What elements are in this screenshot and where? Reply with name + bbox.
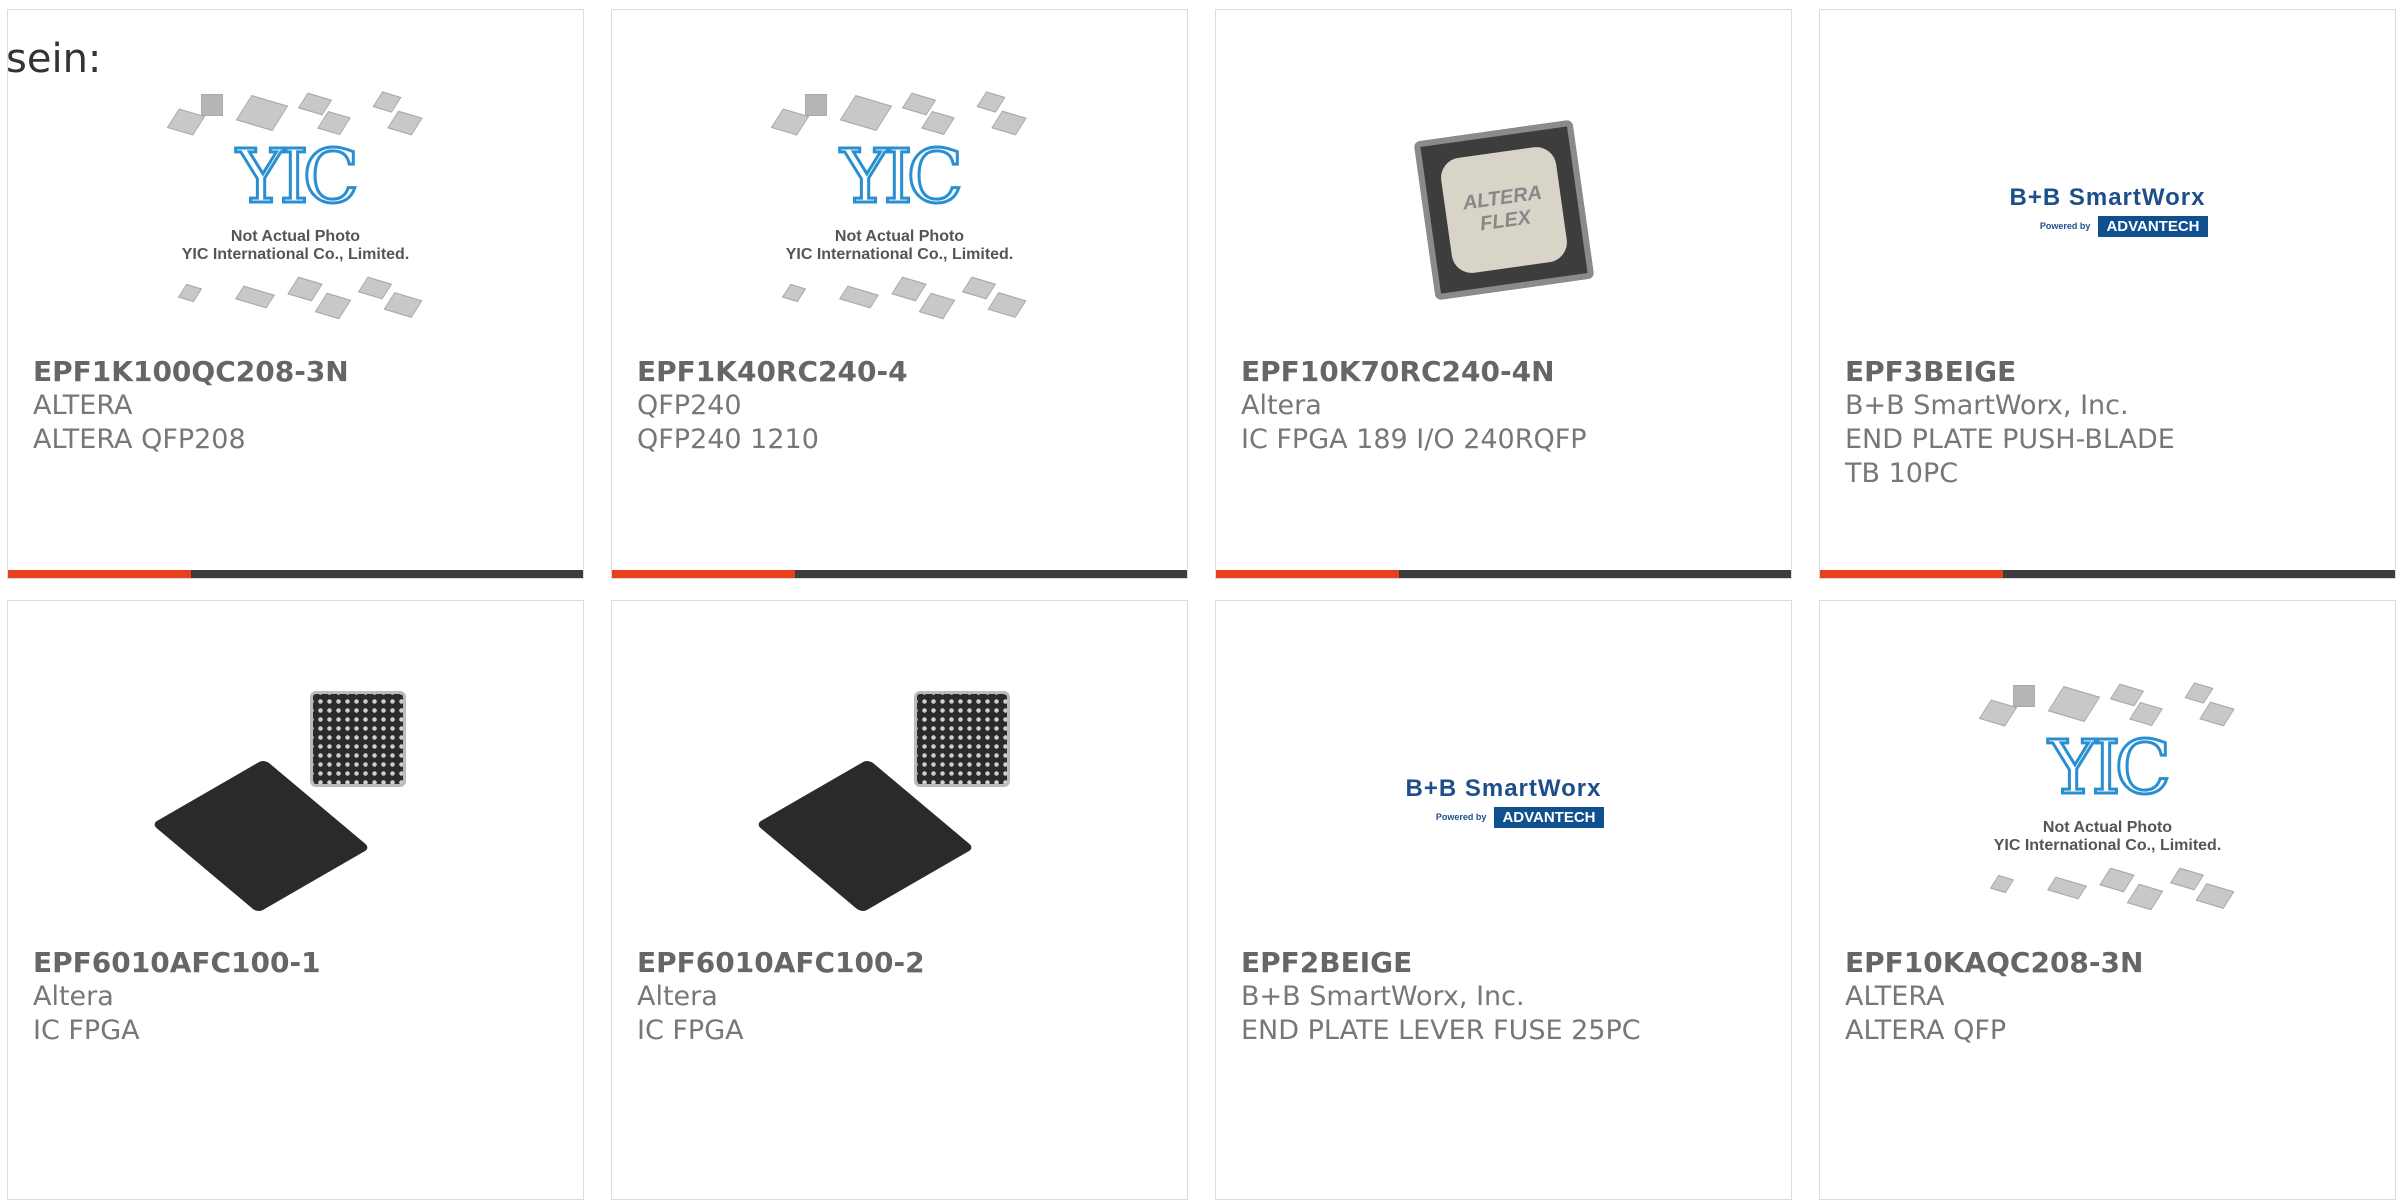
brand-name: B+B SmartWorx bbox=[2009, 183, 2206, 211]
product-card[interactable]: YIC Not Actual Photo YIC International C… bbox=[1819, 600, 2396, 1200]
intro-text: sein: bbox=[6, 36, 102, 82]
product-card[interactable]: EPF6010AFC100-2 Altera IC FPGA bbox=[611, 600, 1188, 1200]
description: ALTERA QFP208 bbox=[33, 424, 246, 455]
product-info: EPF1K100QC208-3N ALTERA ALTERA QFP208 bbox=[33, 355, 558, 457]
manufacturer: ALTERA bbox=[1845, 981, 1945, 1012]
product-card[interactable]: B+B SmartWorx Powered by ADVANTECH EPF3B… bbox=[1819, 9, 2396, 579]
yic-placeholder-image: YIC Not Actual Photo YIC International C… bbox=[161, 90, 431, 330]
yic-placeholder-image: YIC Not Actual Photo YIC International C… bbox=[1973, 681, 2243, 921]
manufacturer: Altera bbox=[1241, 390, 1322, 421]
brand-name: B+B SmartWorx bbox=[1405, 774, 1602, 802]
product-image[interactable]: B+B SmartWorx Powered by ADVANTECH bbox=[1820, 70, 2395, 350]
yic-logo-icon: YIC bbox=[235, 134, 361, 220]
product-card[interactable]: ALTERA FLEX EPF10K70RC240-4N Altera IC F… bbox=[1215, 9, 1792, 579]
product-image[interactable]: YIC Not Actual Photo YIC International C… bbox=[1820, 661, 2395, 941]
product-image[interactable] bbox=[8, 661, 583, 941]
placeholder-caption: Not Actual Photo YIC International Co., … bbox=[1973, 819, 2243, 855]
yic-logo-icon: YIC bbox=[2047, 725, 2173, 811]
card-bottom-bar bbox=[1216, 570, 1791, 578]
product-image[interactable]: YIC Not Actual Photo YIC International C… bbox=[612, 70, 1187, 350]
manufacturer: Altera bbox=[637, 981, 718, 1012]
product-image[interactable] bbox=[612, 661, 1187, 941]
part-number[interactable]: EPF2BEIGE bbox=[1241, 946, 1766, 980]
part-number[interactable]: EPF6010AFC100-2 bbox=[637, 946, 1162, 980]
card-accent-bar bbox=[8, 570, 191, 578]
description: IC FPGA bbox=[33, 1015, 140, 1046]
description: END PLATE LEVER FUSE 25PC bbox=[1241, 1015, 1641, 1046]
advantech-logo: ADVANTECH bbox=[1494, 806, 1604, 828]
product-info: EPF10K70RC240-4N Altera IC FPGA 189 I/O … bbox=[1241, 355, 1766, 457]
product-image[interactable]: YIC Not Actual Photo YIC International C… bbox=[8, 70, 583, 350]
description: IC FPGA 189 I/O 240RQFP bbox=[1241, 424, 1587, 455]
card-bottom-bar bbox=[1820, 570, 2395, 578]
card-bottom-bar bbox=[8, 570, 583, 578]
product-image[interactable]: ALTERA FLEX bbox=[1216, 70, 1791, 350]
card-accent-bar bbox=[1820, 570, 2003, 578]
placeholder-caption-line2: YIC International Co., Limited. bbox=[785, 246, 1014, 263]
card-accent-bar bbox=[612, 570, 795, 578]
placeholder-caption-line2: YIC International Co., Limited. bbox=[181, 246, 410, 263]
product-info: EPF2BEIGE B+B SmartWorx, Inc. END PLATE … bbox=[1241, 946, 1766, 1048]
product-grid: YIC Not Actual Photo YIC International C… bbox=[0, 0, 2400, 1200]
product-card[interactable]: EPF6010AFC100-1 Altera IC FPGA bbox=[7, 600, 584, 1200]
product-info: EPF6010AFC100-1 Altera IC FPGA bbox=[33, 946, 558, 1048]
product-info: EPF3BEIGE B+B SmartWorx, Inc. END PLATE … bbox=[1845, 355, 2370, 491]
description: ALTERA QFP bbox=[1845, 1015, 2007, 1046]
brand-powered-by: Powered by bbox=[1435, 812, 1487, 822]
yic-logo-icon: YIC bbox=[839, 134, 965, 220]
manufacturer: ALTERA bbox=[33, 390, 133, 421]
product-card[interactable]: YIC Not Actual Photo YIC International C… bbox=[611, 9, 1188, 579]
placeholder-caption: Not Actual Photo YIC International Co., … bbox=[765, 228, 1035, 264]
product-card[interactable]: B+B SmartWorx Powered by ADVANTECH EPF2B… bbox=[1215, 600, 1792, 1200]
card-bottom-bar bbox=[612, 570, 1187, 578]
product-info: EPF1K40RC240-4 QFP240 QFP240 1210 bbox=[637, 355, 1162, 457]
yic-placeholder-image: YIC Not Actual Photo YIC International C… bbox=[765, 90, 1035, 330]
qfp-chip-photo: ALTERA FLEX bbox=[1404, 110, 1604, 310]
bga-chip-photo bbox=[755, 691, 1010, 913]
product-info: EPF6010AFC100-2 Altera IC FPGA bbox=[637, 946, 1162, 1048]
card-accent-bar bbox=[1216, 570, 1399, 578]
manufacturer: QFP240 bbox=[637, 390, 742, 421]
bb-smartworx-logo: B+B SmartWorx Powered by ADVANTECH bbox=[1404, 775, 1604, 828]
description: END PLATE PUSH-BLADE TB 10PC bbox=[1845, 424, 2175, 489]
bb-smartworx-logo: B+B SmartWorx Powered by ADVANTECH bbox=[2008, 184, 2208, 237]
chip-lid: ALTERA FLEX bbox=[1437, 144, 1570, 276]
part-number[interactable]: EPF10K70RC240-4N bbox=[1241, 355, 1766, 389]
part-number[interactable]: EPF1K100QC208-3N bbox=[33, 355, 558, 389]
description: QFP240 1210 bbox=[637, 424, 819, 455]
manufacturer: Altera bbox=[33, 981, 114, 1012]
description: IC FPGA bbox=[637, 1015, 744, 1046]
manufacturer: B+B SmartWorx, Inc. bbox=[1845, 390, 2129, 421]
part-number[interactable]: EPF3BEIGE bbox=[1845, 355, 2370, 389]
brand-powered-by: Powered by bbox=[2039, 221, 2091, 231]
manufacturer: B+B SmartWorx, Inc. bbox=[1241, 981, 1525, 1012]
bga-chip-photo bbox=[151, 691, 406, 913]
product-card[interactable]: YIC Not Actual Photo YIC International C… bbox=[7, 9, 584, 579]
placeholder-caption-line1: Not Actual Photo bbox=[834, 228, 965, 245]
part-number[interactable]: EPF1K40RC240-4 bbox=[637, 355, 1162, 389]
placeholder-caption-line2: YIC International Co., Limited. bbox=[1993, 837, 2222, 854]
placeholder-caption-line1: Not Actual Photo bbox=[230, 228, 361, 245]
part-number[interactable]: EPF10KAQC208-3N bbox=[1845, 946, 2370, 980]
placeholder-caption: Not Actual Photo YIC International Co., … bbox=[161, 228, 431, 264]
placeholder-caption-line1: Not Actual Photo bbox=[2042, 819, 2173, 836]
part-number[interactable]: EPF6010AFC100-1 bbox=[33, 946, 558, 980]
advantech-logo: ADVANTECH bbox=[2098, 215, 2208, 237]
product-info: EPF10KAQC208-3N ALTERA ALTERA QFP bbox=[1845, 946, 2370, 1048]
product-image[interactable]: B+B SmartWorx Powered by ADVANTECH bbox=[1216, 661, 1791, 941]
